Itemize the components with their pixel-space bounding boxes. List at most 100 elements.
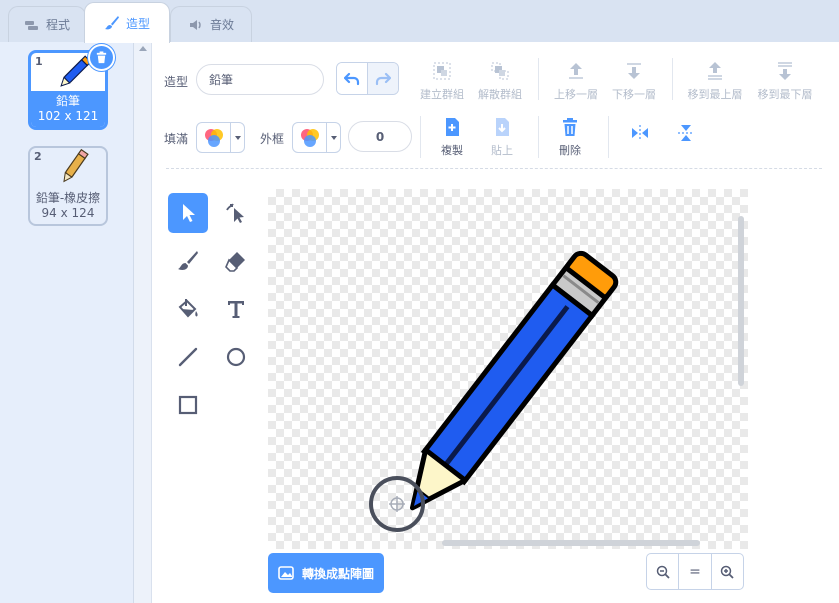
zoom-out-icon [656, 565, 670, 579]
tab-costumes[interactable]: 造型 [84, 2, 170, 43]
outline-swatch [293, 123, 327, 152]
paint-bucket-icon [178, 299, 198, 318]
toolbar-divider [608, 116, 609, 158]
tab-costumes-label: 造型 [125, 16, 150, 31]
drawing-canvas[interactable] [268, 189, 748, 549]
canvas-horizontal-scrollbar[interactable] [442, 540, 700, 546]
costume-size: 102 x 121 [37, 109, 99, 123]
copy-label: 複製 [441, 144, 463, 157]
copy-icon [446, 118, 459, 136]
redo-button[interactable] [367, 63, 398, 94]
trash-icon [96, 51, 107, 64]
costume-label: 鉛筆 102 x 121 [31, 91, 105, 127]
back-button[interactable]: 移到最下層 [752, 60, 818, 102]
outline-dropdown[interactable] [327, 123, 340, 152]
outline-label: 外框 [260, 132, 285, 146]
forward-button[interactable]: 上移一層 [546, 60, 606, 102]
paint-editor: 造型 鉛筆 建立群組 解散群組 上移一層 下移一層 移到最上層 移到最下層 填滿 [152, 42, 839, 603]
forward-label: 上移一層 [554, 88, 598, 101]
costume-list-scrollbar[interactable] [134, 42, 152, 603]
flip-vertical-icon [678, 125, 694, 141]
tab-sounds-label: 音效 [209, 18, 234, 32]
toolbar-divider [538, 116, 539, 158]
fill-swatch [197, 123, 231, 152]
paintbrush-icon [178, 251, 198, 270]
toolbar-separator [166, 168, 822, 169]
group-label: 建立群組 [420, 88, 464, 101]
delete-costume-button[interactable] [88, 44, 115, 71]
front-button[interactable]: 移到最上層 [682, 60, 748, 102]
flip-horizontal-icon [632, 125, 648, 141]
outline-width-input[interactable]: 0 [348, 121, 412, 152]
group-button[interactable]: 建立群組 [412, 60, 472, 102]
circle-tool[interactable] [216, 337, 256, 377]
fill-dropdown[interactable] [231, 123, 244, 152]
fill-tool[interactable] [168, 289, 208, 329]
convert-to-bitmap-button[interactable]: 轉換成點陣圖 [268, 553, 384, 593]
backward-label: 下移一層 [612, 88, 656, 101]
eraser-tool[interactable] [216, 241, 256, 281]
arrow-up-icon [569, 63, 583, 79]
undo-icon [343, 72, 359, 85]
brush-tool[interactable] [168, 241, 208, 281]
outline-color-picker[interactable] [292, 122, 341, 153]
costume-name-label: 造型 [164, 75, 189, 89]
rectangle-tool[interactable] [168, 385, 208, 425]
ungroup-button[interactable]: 解散群組 [470, 60, 530, 102]
chevron-down-icon [234, 135, 241, 140]
eraser-icon [225, 252, 245, 272]
fill-color-picker[interactable] [196, 122, 245, 153]
color-wheel-icon [300, 128, 319, 147]
trash-icon [563, 118, 577, 136]
undo-button[interactable] [337, 63, 368, 94]
toolbar-divider [672, 58, 673, 100]
tab-code-label: 程式 [45, 18, 70, 32]
toolbar-divider [538, 58, 539, 100]
line-tool[interactable] [168, 337, 208, 377]
paste-button[interactable]: 貼上 [472, 116, 532, 158]
redo-icon [375, 72, 391, 85]
zoom-reset-label: = [689, 563, 701, 580]
delete-button[interactable]: 刪除 [540, 116, 600, 158]
text-tool[interactable] [216, 289, 256, 329]
code-blocks-icon [24, 20, 38, 30]
arrow-pointer-icon [183, 204, 195, 222]
backward-button[interactable]: 下移一層 [604, 60, 664, 102]
costume-name-input[interactable]: 鉛筆 [196, 64, 324, 95]
paste-icon [496, 118, 509, 136]
costume-number: 1 [35, 55, 43, 68]
zoom-controls: = [646, 553, 744, 590]
reshape-tool[interactable] [216, 193, 256, 233]
zoom-out-button[interactable] [647, 554, 680, 589]
flip-vertical-button[interactable] [656, 122, 716, 144]
image-icon [278, 566, 294, 580]
zoom-in-button[interactable] [712, 554, 743, 589]
arrow-down-icon [627, 63, 641, 79]
group-icon [433, 62, 451, 80]
toolbar-divider [420, 116, 421, 158]
text-t-icon [228, 301, 244, 318]
speaker-icon [189, 19, 201, 30]
color-wheel-icon [204, 128, 223, 147]
costume-name: 鉛筆 [55, 94, 80, 108]
costume-number: 2 [34, 150, 42, 163]
costume-size: 94 x 124 [41, 206, 95, 220]
costume-name: 鉛筆-橡皮擦 [35, 191, 101, 205]
canvas-vertical-scrollbar[interactable] [738, 216, 744, 386]
select-tool[interactable] [168, 193, 208, 233]
costume-item-2[interactable]: 2 鉛筆-橡皮擦 94 x 124 [28, 146, 108, 226]
reshape-pointer-icon [226, 203, 244, 223]
zoom-reset-button[interactable]: = [679, 554, 712, 589]
back-label: 移到最下層 [757, 88, 813, 101]
scroll-up-icon[interactable] [139, 46, 147, 51]
line-icon [178, 347, 198, 367]
convert-to-bitmap-label: 轉換成點陣圖 [301, 566, 374, 581]
arrow-top-icon [708, 62, 722, 80]
fill-label: 填滿 [164, 132, 189, 146]
tab-sounds[interactable]: 音效 [170, 6, 252, 42]
zoom-in-icon [721, 565, 734, 579]
paste-label: 貼上 [491, 144, 513, 157]
undo-redo-group [336, 62, 399, 95]
tab-code[interactable]: 程式 [8, 6, 86, 42]
ungroup-icon [491, 62, 509, 80]
